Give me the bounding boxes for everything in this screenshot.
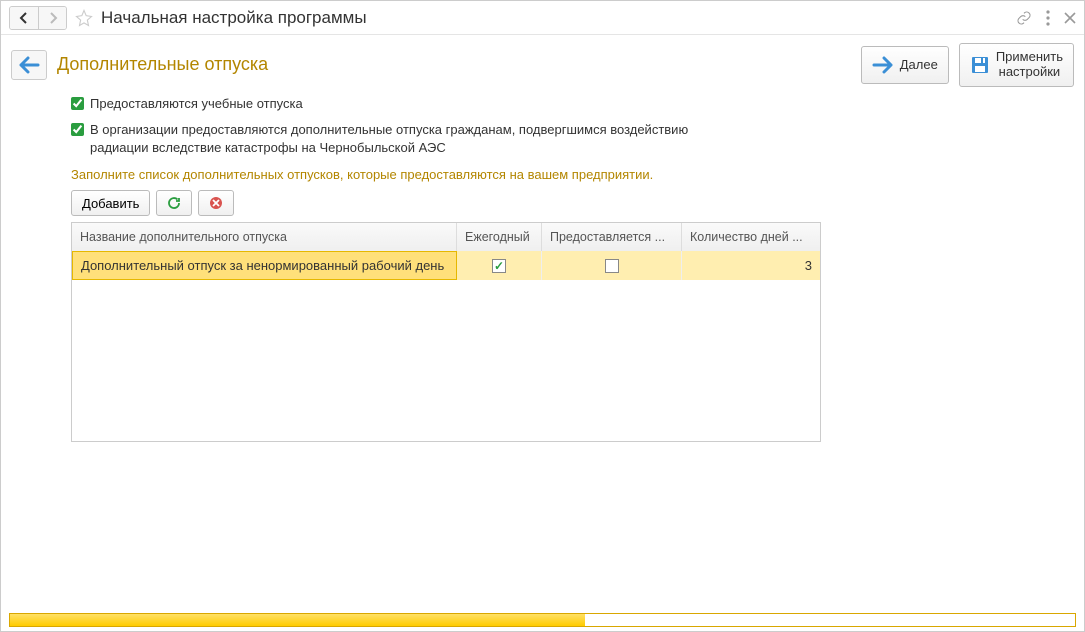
footer: [1, 609, 1084, 631]
radiation-leave-label: В организации предоставляются дополнител…: [90, 121, 710, 157]
delete-button[interactable]: [198, 190, 234, 216]
radiation-leave-checkbox-row: В организации предоставляются дополнител…: [71, 121, 1014, 157]
close-icon[interactable]: [1064, 12, 1076, 24]
leave-table: Название дополнительного отпуска Ежегодн…: [71, 222, 821, 442]
table-row[interactable]: Дополнительный отпуск за ненормированный…: [72, 251, 820, 280]
cell-name[interactable]: Дополнительный отпуск за ненормированный…: [72, 251, 457, 280]
refresh-button[interactable]: [156, 190, 192, 216]
nav-back-button[interactable]: [10, 7, 38, 29]
content-area: Предоставляются учебные отпуска В органи…: [1, 95, 1084, 609]
radiation-leave-checkbox[interactable]: [71, 123, 84, 136]
link-icon[interactable]: [1016, 10, 1032, 26]
col-annual-header[interactable]: Ежегодный: [457, 223, 542, 251]
window-title: Начальная настройка программы: [101, 8, 1016, 28]
table-body: Дополнительный отпуск за ненормированный…: [72, 251, 820, 441]
add-button[interactable]: Добавить: [71, 190, 150, 216]
toolbar: Дополнительные отпуска Далее Применить н…: [1, 35, 1084, 95]
table-toolbar: Добавить: [71, 190, 1014, 216]
edu-leave-label: Предоставляются учебные отпуска: [90, 95, 303, 113]
next-button-label: Далее: [900, 57, 938, 72]
arrow-right-big-icon: [872, 56, 894, 74]
apply-settings-button[interactable]: Применить настройки: [959, 43, 1074, 87]
next-button[interactable]: Далее: [861, 46, 949, 84]
progress-bar: [9, 613, 1076, 627]
nav-buttons: [9, 6, 67, 30]
arrow-left-icon: [18, 12, 30, 24]
progress-fill: [10, 614, 585, 626]
arrow-right-icon: [47, 12, 59, 24]
nav-forward-button[interactable]: [38, 7, 66, 29]
cell-days[interactable]: 3: [682, 251, 820, 280]
favorite-star-icon[interactable]: [75, 9, 93, 27]
cell-provided[interactable]: [542, 251, 682, 280]
annual-checkbox-icon: [492, 259, 506, 273]
col-name-header[interactable]: Название дополнительного отпуска: [72, 223, 457, 251]
titlebar: Начальная настройка программы: [1, 1, 1084, 35]
window-controls: [1016, 10, 1076, 26]
section-title: Дополнительные отпуска: [57, 54, 851, 75]
arrow-left-big-icon: [18, 56, 40, 74]
save-disk-icon: [970, 55, 990, 75]
delete-icon: [209, 196, 223, 210]
back-button[interactable]: [11, 50, 47, 80]
table-header: Название дополнительного отпуска Ежегодн…: [72, 223, 820, 251]
edu-leave-checkbox-row: Предоставляются учебные отпуска: [71, 95, 1014, 113]
hint-text: Заполните список дополнительных отпусков…: [71, 167, 1014, 182]
kebab-menu-icon[interactable]: [1046, 10, 1050, 26]
col-provided-header[interactable]: Предоставляется ...: [542, 223, 682, 251]
apply-settings-label: Применить настройки: [996, 50, 1063, 80]
provided-checkbox-icon: [605, 259, 619, 273]
edu-leave-checkbox[interactable]: [71, 97, 84, 110]
col-days-header[interactable]: Количество дней ...: [682, 223, 820, 251]
refresh-icon: [167, 196, 181, 210]
cell-annual[interactable]: [457, 251, 542, 280]
